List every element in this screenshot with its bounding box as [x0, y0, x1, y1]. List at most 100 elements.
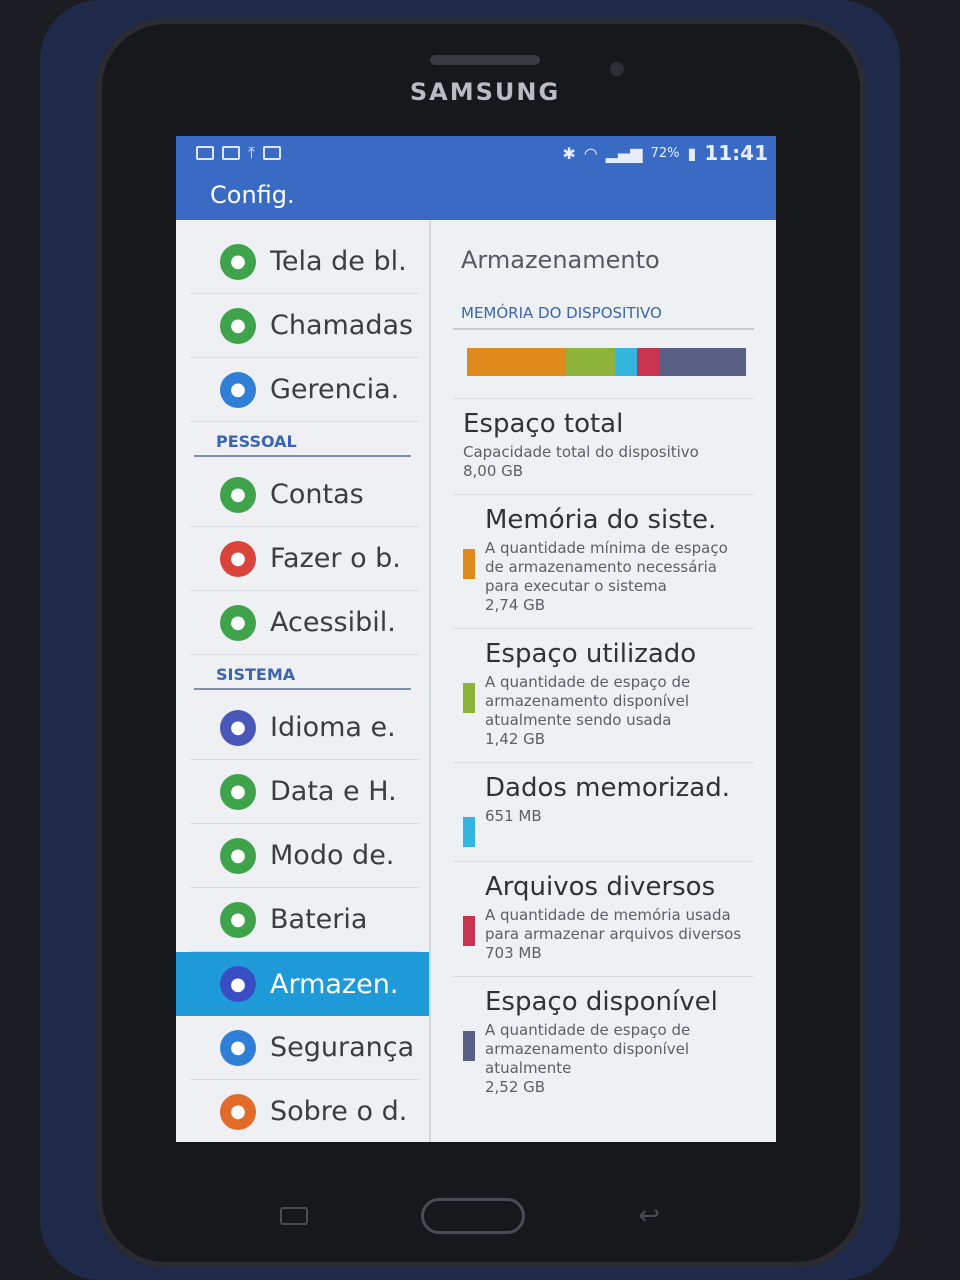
battery-percent: 72% [650, 145, 680, 161]
gallery-icon [222, 146, 240, 160]
storage-item[interactable]: Dados memorizad. 651 MB [453, 762, 754, 861]
total-space-title: Espaço total [463, 409, 624, 439]
sidebar-item-label: Chamadas [270, 310, 414, 341]
storage-item-title: Espaço disponível [485, 987, 718, 1017]
usage-segment-system [467, 348, 565, 376]
sidebar-item[interactable]: ● Armazen. [176, 952, 429, 1016]
sidebar-item[interactable]: ● Segurança [190, 1016, 419, 1080]
home-key[interactable] [421, 1198, 526, 1234]
sidebar-item-label: Armazen. [270, 968, 399, 1000]
action-bar: Config. [176, 170, 776, 220]
storage-detail: Armazenamento MEMÓRIA DO DISPOSITIVO Esp… [431, 220, 776, 1142]
sidebar-item[interactable]: ● Gerencia. [190, 358, 419, 422]
storage-item-title: Memória do siste. [485, 505, 717, 535]
storage-item-desc: A quantidade de memória usada para armaz… [485, 906, 742, 943]
sidebar-item[interactable]: ● Tela de bl. [190, 230, 419, 294]
sidebar-item[interactable]: ● Fazer o b. [190, 527, 419, 591]
total-space-item: Espaço total Capacidade total do disposi… [453, 398, 754, 494]
info-icon: ● [220, 1093, 256, 1130]
storage-item[interactable]: Espaço disponível A quantidade de espaço … [453, 976, 754, 1110]
wifi-icon: ◠ [583, 143, 598, 163]
storage-item-title: Dados memorizad. [485, 773, 730, 803]
screen: ⤒ ✱ ◠ ▂▄▆ 72% ▮ 11:41 Config. ● Tela de b… [176, 136, 776, 1142]
usage-segment-misc [637, 348, 660, 376]
sidebar-item-label: Modo de. [270, 840, 395, 871]
sidebar-item-label: Data e H. [270, 776, 397, 807]
sidebar-item[interactable]: ● Chamadas [190, 294, 419, 358]
language-icon: ● [220, 709, 256, 746]
brand-logo: SAMSUNG [409, 78, 561, 106]
hardware-keys: ↩ [280, 1196, 660, 1236]
grid-icon: ● [220, 371, 256, 408]
notification-icon [196, 146, 214, 160]
storage-item-value: 651 MB [485, 807, 542, 825]
sidebar-item-label: Tela de bl. [270, 246, 407, 277]
sidebar-item[interactable]: ● Acessibil. [190, 591, 419, 655]
notification-icons: ⤒ [196, 143, 282, 163]
bluetooth-icon: ✱ [562, 143, 576, 163]
storage-item-desc: A quantidade de espaço de armazenamento … [485, 673, 691, 729]
usage-segment-cached [614, 348, 638, 376]
storage-item[interactable]: Arquivos diversos A quantidade de memória… [453, 861, 754, 976]
speaker-grille [430, 55, 540, 65]
total-space-desc: Capacidade total do dispositivo [463, 443, 699, 461]
front-camera [610, 62, 624, 76]
sidebar-item-label: Fazer o b. [270, 543, 401, 574]
sidebar-item[interactable]: ● Bateria [190, 888, 419, 952]
clock: 11:41 [704, 141, 768, 165]
sidebar-item[interactable]: ● Modo de. [190, 824, 419, 888]
key-icon: ● [220, 476, 256, 513]
status-bar: ⤒ ✱ ◠ ▂▄▆ 72% ▮ 11:41 [176, 136, 776, 170]
storage-item-title: Arquivos diversos [485, 872, 716, 902]
sidebar-item-label: Sobre o d. [270, 1096, 408, 1127]
signal-icon: ▂▄▆ [605, 143, 643, 163]
security-icon: ● [220, 1029, 256, 1066]
recent-apps-key[interactable] [280, 1207, 308, 1225]
storage-item-desc: A quantidade mínima de espaço de armazen… [485, 539, 728, 595]
calendar-icon: ● [220, 773, 256, 810]
usage-segment-available [659, 348, 746, 376]
back-key-icon[interactable]: ↩ [638, 1201, 660, 1231]
sidebar-item-label: Acessibil. [270, 607, 396, 638]
file-icon [263, 146, 282, 160]
status-indicators: ✱ ◠ ▂▄▆ 72% ▮ 11:41 [562, 141, 768, 165]
storage-item[interactable]: Espaço utilizado A quantidade de espaço d… [453, 628, 754, 762]
sidebar-item-label: Contas [270, 479, 364, 510]
storage-item-title: Espaço utilizado [485, 639, 697, 669]
upload-icon: ⤒ [248, 143, 256, 162]
sidebar-item-label: Bateria [270, 904, 368, 935]
lock-screen-icon: ● [220, 243, 256, 280]
total-space-value: 8,00 GB [463, 462, 524, 480]
color-swatch [463, 1031, 475, 1061]
sidebar-item[interactable]: ● Contas [190, 463, 419, 527]
color-swatch [463, 683, 475, 713]
sidebar-item[interactable]: ● Idioma e. [190, 696, 419, 760]
settings-sidebar: ● Tela de bl. ● Chamadas ● Gerencia. PESSOAL ● C… [176, 220, 431, 1142]
battery-icon: ● [220, 901, 256, 938]
storage-item-value: 2,74 GB [485, 596, 546, 614]
mode-icon: ● [220, 837, 256, 874]
hand-icon: ● [220, 604, 256, 641]
backup-icon: ● [220, 540, 256, 577]
storage-usage-bar [467, 348, 746, 376]
phone-icon: ● [220, 307, 256, 344]
sidebar-item[interactable]: ● Sobre o d. [190, 1080, 419, 1142]
sidebar-item-label: Gerencia. [270, 374, 400, 405]
storage-item-value: 2,52 GB [485, 1078, 546, 1096]
color-swatch [463, 916, 475, 946]
section-header: PESSOAL [194, 422, 411, 457]
color-swatch [463, 549, 475, 579]
color-swatch [463, 817, 475, 847]
detail-title: Armazenamento [461, 246, 660, 274]
section-header: SISTEMA [194, 655, 411, 690]
sidebar-item-label: Idioma e. [270, 712, 396, 743]
battery-icon: ▮ [687, 143, 697, 163]
app-title[interactable]: Config. [210, 181, 295, 209]
storage-icon: ● [220, 966, 256, 1002]
usage-segment-used [564, 348, 615, 376]
device-memory-header: MEMÓRIA DO DISPOSITIVO [453, 304, 754, 330]
storage-item[interactable]: Memória do siste. A quantidade mínima de … [453, 494, 754, 628]
storage-item-value: 703 MB [485, 944, 542, 962]
sidebar-item-label: Segurança [270, 1032, 415, 1063]
sidebar-item[interactable]: ● Data e H. [190, 760, 419, 824]
